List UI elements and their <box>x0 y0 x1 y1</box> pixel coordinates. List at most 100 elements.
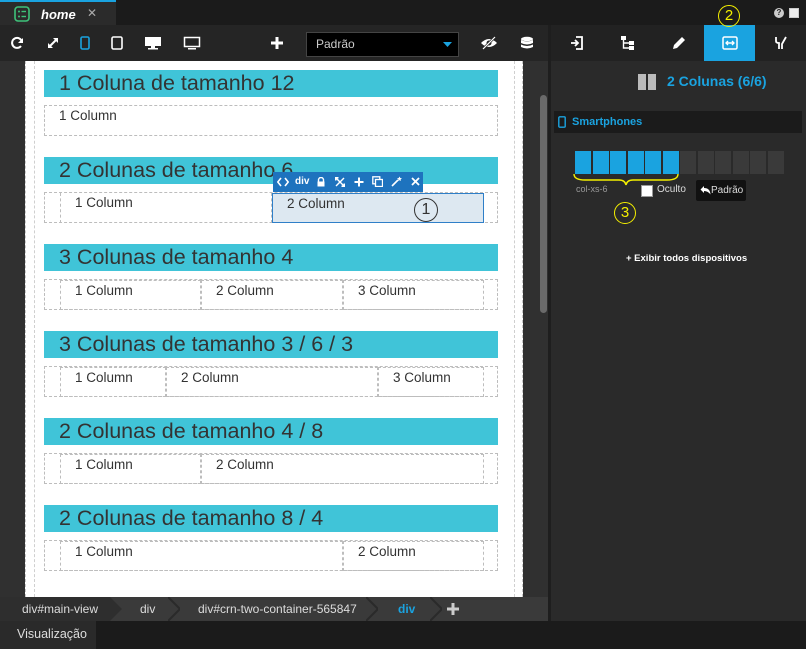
columns-icon <box>638 74 656 90</box>
canvas-scrollbar-thumb[interactable] <box>540 95 547 313</box>
panel-tab-layout[interactable] <box>704 25 755 61</box>
breadcrumb-item-current[interactable]: div <box>398 597 415 621</box>
remove-icon[interactable] <box>411 177 420 186</box>
grid-segment[interactable] <box>610 151 626 174</box>
tab-close-icon[interactable]: ✕ <box>87 6 97 20</box>
column[interactable]: 1 Column <box>60 541 343 571</box>
container-guide-left <box>34 61 35 597</box>
plus-icon <box>271 37 283 49</box>
code-icon[interactable] <box>277 177 289 187</box>
grid-segment[interactable] <box>767 151 784 174</box>
breadcrumb-item[interactable]: div#main-view <box>0 597 110 621</box>
column[interactable]: 2 Column <box>201 280 343 310</box>
container-guide-right <box>514 61 515 597</box>
section-title[interactable]: 3 Colunas de tamanho 4 <box>44 244 498 271</box>
grid-segment[interactable] <box>680 151 696 174</box>
device-tablet-button[interactable] <box>102 25 132 61</box>
grid-segment[interactable] <box>697 151 714 174</box>
section-title[interactable]: 3 Colunas de tamanho 3 / 6 / 3 <box>44 331 498 358</box>
grid-segment[interactable] <box>732 151 749 174</box>
column[interactable]: 1 Column <box>45 106 497 136</box>
breadcrumb-item[interactable]: div <box>140 597 155 621</box>
sitemap-icon <box>620 36 634 50</box>
bottom-bar <box>0 621 806 649</box>
refresh-icon <box>11 36 23 49</box>
hidden-checkbox[interactable] <box>641 185 653 197</box>
section-title[interactable]: 2 Colunas de tamanho 6 <box>44 157 498 184</box>
breadcrumb-item[interactable]: div#crn-two-container-565847 <box>198 597 357 621</box>
column[interactable]: 3 Column <box>343 280 484 310</box>
panel-tab-import[interactable] <box>551 25 602 61</box>
move-icon[interactable] <box>335 177 345 187</box>
element-tag-label[interactable]: div <box>295 176 309 187</box>
marker-one: 1 <box>414 198 438 222</box>
pencil-icon <box>672 37 685 49</box>
database-button[interactable] <box>512 25 542 61</box>
panel-heading: 2 Colunas (6/6) <box>667 73 767 89</box>
row[interactable]: 1 Column 2 Column <box>44 453 498 484</box>
reply-icon <box>700 186 711 195</box>
column[interactable]: 1 Column <box>60 193 272 223</box>
magic-wand-icon[interactable] <box>391 176 402 187</box>
add-element-button[interactable] <box>262 25 292 61</box>
row[interactable]: 1 Column 2 Column <box>44 540 498 571</box>
monitor-icon <box>145 37 161 50</box>
grid-segment[interactable] <box>715 151 731 174</box>
page-icon <box>14 6 30 22</box>
grid-segment[interactable] <box>645 151 661 174</box>
device-smartphone-button[interactable] <box>70 25 100 61</box>
column[interactable]: 3 Column <box>378 367 484 397</box>
column[interactable]: 2 Column <box>343 541 484 571</box>
breadcrumb-separator-icon <box>110 597 122 621</box>
preset-select[interactable]: Padrão <box>306 32 459 57</box>
grid-segment[interactable] <box>662 151 679 174</box>
tab-visualizacao[interactable]: Visualização <box>0 621 96 649</box>
refresh-button[interactable] <box>2 25 32 61</box>
breadcrumb-separator-icon <box>430 597 442 621</box>
lock-icon[interactable] <box>316 177 326 187</box>
column-selected[interactable]: 2 Column <box>272 193 484 223</box>
section-title[interactable]: 2 Colunas de tamanho 4 / 8 <box>44 418 498 445</box>
panel-tab-structure[interactable] <box>602 25 653 61</box>
default-button-label: Padrão <box>711 185 744 196</box>
breadcrumb-separator-icon <box>168 597 180 621</box>
device-desktop-button[interactable] <box>138 25 168 61</box>
tablet-icon <box>111 36 123 50</box>
section-title[interactable]: 1 Coluna de tamanho 12 <box>44 70 498 97</box>
toggle-visibility-button[interactable] <box>474 25 504 61</box>
row[interactable]: 1 Column 2 Column 3 Column <box>44 366 498 397</box>
panel-tab-tools[interactable] <box>755 25 806 61</box>
grid-segment[interactable] <box>592 151 609 174</box>
panel-tab-edit[interactable] <box>653 25 704 61</box>
column[interactable]: 1 Column <box>60 367 166 397</box>
section-title[interactable]: 2 Colunas de tamanho 8 / 4 <box>44 505 498 532</box>
breadcrumb-add-icon[interactable] <box>446 602 460 616</box>
smartphone-icon <box>558 116 566 128</box>
canvas-toolbar: Padrão <box>0 25 548 61</box>
column[interactable]: 1 Column <box>60 454 201 484</box>
column[interactable]: 2 Column <box>201 454 484 484</box>
row[interactable]: 1 Column 2 Column 3 Column <box>44 279 498 310</box>
fullscreen-button[interactable] <box>38 25 68 61</box>
marker-two: 2 <box>718 5 740 27</box>
window-restore-icon[interactable] <box>789 8 799 18</box>
column[interactable]: 1 Column <box>60 280 201 310</box>
expand-icon <box>48 38 58 48</box>
sign-in-icon <box>570 36 583 50</box>
column[interactable]: 2 Column <box>166 367 378 397</box>
grid-segment[interactable] <box>575 151 591 174</box>
copy-icon[interactable] <box>372 176 383 187</box>
help-icon[interactable]: ? <box>774 8 784 18</box>
device-header[interactable]: Smartphones <box>554 111 802 133</box>
column-label: 2 Column <box>287 196 345 211</box>
row[interactable]: 1 Column <box>44 105 498 136</box>
add-icon[interactable] <box>354 177 364 187</box>
grid-segment[interactable] <box>627 151 644 174</box>
show-all-devices-link[interactable]: + Exibir todos dispositivos <box>626 253 747 264</box>
tab-home[interactable]: home ✕ <box>0 0 116 25</box>
grid-segment[interactable] <box>750 151 766 174</box>
device-large-desktop-button[interactable] <box>177 25 207 61</box>
marker-three: 3 <box>614 202 636 224</box>
default-button[interactable]: Padrão <box>696 180 746 201</box>
caret-down-icon <box>443 42 452 47</box>
